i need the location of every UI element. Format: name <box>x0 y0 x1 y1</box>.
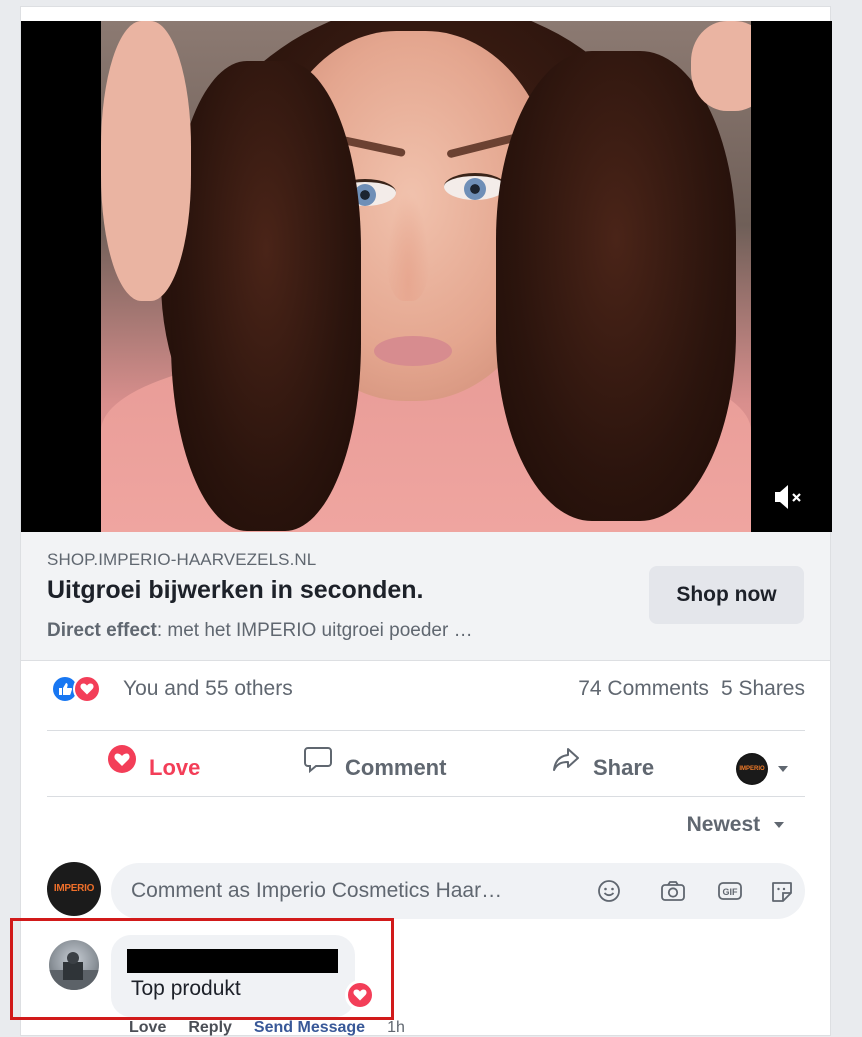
sort-label: Newest <box>686 813 761 836</box>
reaction-icons[interactable] <box>51 675 111 705</box>
link-preview[interactable]: SHOP.IMPERIO-HAARVEZELS.NL Uitgroei bijw… <box>21 532 830 661</box>
gif-icon[interactable]: GIF <box>717 879 742 903</box>
comment-bubble-icon <box>303 741 333 793</box>
reactions-bar: You and 55 others 74 Comments 5 Shares <box>47 671 805 707</box>
comment-time: 1h <box>387 1019 405 1036</box>
love-icon <box>73 675 101 703</box>
love-button-icon <box>107 741 137 793</box>
love-button-label: Love <box>149 755 201 780</box>
video-lips <box>374 336 452 366</box>
shares-count[interactable]: 5 Shares <box>721 677 805 700</box>
comment-meta: Love Reply Send Message 1h <box>129 1019 405 1037</box>
link-description: Direct effect: met het IMPERIO uitgroei … <box>47 620 473 642</box>
comment-input[interactable]: Comment as Imperio Cosmetics Haar… <box>131 863 571 919</box>
comment-composer[interactable]: Comment as Imperio Cosmetics Haar… GIF <box>111 863 805 919</box>
video-hair-right <box>496 51 736 521</box>
video-frame <box>101 21 751 532</box>
divider-bottom <box>47 796 805 797</box>
share-arrow-icon <box>551 741 581 793</box>
reactions-summary[interactable]: You and 55 others <box>123 677 293 701</box>
video-eye-right <box>444 173 506 200</box>
video-hair-left <box>171 61 361 531</box>
video-player[interactable] <box>21 21 832 532</box>
video-hand-right <box>691 21 751 111</box>
link-description-bold: Direct effect <box>47 620 157 641</box>
chevron-down-icon[interactable] <box>778 766 788 772</box>
shop-now-button[interactable]: Shop now <box>649 566 804 624</box>
composer-avatar: IMPERIO <box>47 862 101 916</box>
sort-chevron-icon <box>774 822 784 828</box>
action-bar: Love Comment Share IMPERIO <box>47 742 805 794</box>
comment-love-link[interactable]: Love <box>129 1019 166 1036</box>
love-button[interactable]: Love <box>107 742 200 794</box>
link-headline[interactable]: Uitgroei bijwerken in seconden. <box>47 576 423 605</box>
mute-icon-svg <box>775 485 801 509</box>
link-domain: SHOP.IMPERIO-HAARVEZELS.NL <box>47 550 317 569</box>
link-description-rest: : met het IMPERIO uitgroei poeder … <box>156 620 473 641</box>
divider-top <box>47 730 805 731</box>
comments-count[interactable]: 74 Comments <box>578 677 709 700</box>
comment-button[interactable]: Comment <box>303 742 446 794</box>
mute-icon[interactable] <box>772 480 806 514</box>
share-button-label: Share <box>593 755 655 780</box>
page-avatar-selector[interactable]: IMPERIO <box>736 753 768 785</box>
comment-send-message-link[interactable]: Send Message <box>254 1019 365 1036</box>
sticker-icon[interactable] <box>769 879 793 903</box>
camera-icon[interactable] <box>660 879 685 903</box>
comment-button-label: Comment <box>345 755 447 780</box>
comment-sort-dropdown[interactable]: Newest <box>687 813 784 837</box>
share-button[interactable]: Share <box>551 742 654 794</box>
emoji-icon[interactable] <box>597 879 621 903</box>
comment-reply-link[interactable]: Reply <box>188 1019 232 1036</box>
video-nose <box>386 191 430 301</box>
svg-text:GIF: GIF <box>723 887 739 897</box>
video-hand-left <box>101 21 191 301</box>
engagement-counts: 74 Comments 5 Shares <box>566 677 805 701</box>
comment-highlight-box <box>10 918 394 1020</box>
post-card: SHOP.IMPERIO-HAARVEZELS.NL Uitgroei bijw… <box>20 6 832 1037</box>
